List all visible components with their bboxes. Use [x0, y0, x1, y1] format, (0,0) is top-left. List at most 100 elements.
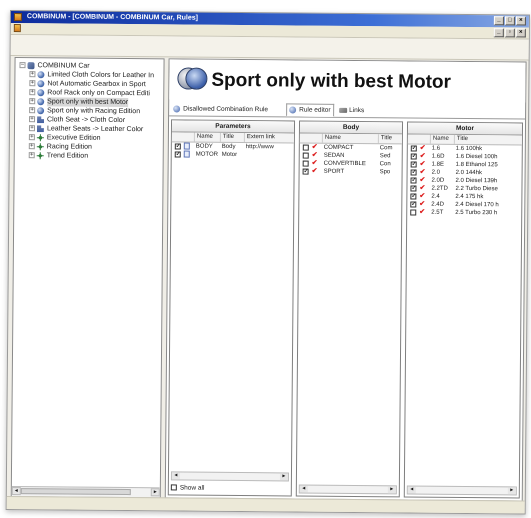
expand-icon[interactable]: + [29, 71, 36, 78]
check-mark-icon: ✔ [419, 168, 426, 176]
minimize-button[interactable]: _ [493, 16, 504, 26]
check-mark-icon: ✔ [419, 160, 426, 168]
close-button[interactable]: × [515, 16, 526, 26]
parameters-grid: Parameters Name Title Extern link ✓ BODY B… [167, 119, 296, 497]
tab-strip: Disallowed Combination Rule Rule editor … [169, 101, 526, 120]
parameter-icon [183, 150, 190, 158]
column-title[interactable]: Title [219, 132, 244, 143]
column-name[interactable]: Name [193, 132, 220, 142]
checked-checkbox-icon[interactable]: ✓ [410, 193, 416, 200]
tab-label: Links [349, 106, 365, 115]
rule-icon [37, 71, 45, 79]
scroll-thumb[interactable] [20, 488, 131, 496]
rule-icon [37, 98, 45, 106]
table-row[interactable]: ✔ 2.5T 2.5 Turbo 230 h [407, 208, 521, 217]
scroll-left-icon[interactable]: ◂ [171, 472, 180, 480]
motor-grid: Motor Name Title ✓ ✔ 1.6 1.6 100hk ✓ ✔ 1.6D 1.6… [403, 121, 524, 499]
checked-checkbox-icon[interactable]: ✓ [410, 201, 416, 208]
cell-name: BODY [195, 143, 213, 150]
column-title[interactable]: Title [377, 134, 404, 144]
unchecked-checkbox-icon[interactable] [302, 152, 309, 159]
column-title[interactable]: Title [453, 134, 524, 145]
tree-item[interactable]: + Trend Edition [17, 151, 163, 161]
cell-title: Body [221, 143, 236, 150]
expand-icon[interactable]: + [28, 134, 35, 141]
motor-heading: Motor [407, 122, 523, 136]
tab-rule-editor[interactable]: Rule editor [286, 103, 335, 117]
table-row[interactable]: ✓ ✔ SPORT Spo [300, 168, 402, 177]
body-grid: Body Name Title ✔ COMPACT Com ✔ SEDAN Sed ✔ CON… [295, 120, 404, 498]
tab-links[interactable]: Links [337, 105, 367, 116]
tab-label: Rule editor [299, 106, 331, 114]
cell-name: 2.4 [431, 193, 440, 200]
parameters-heading: Parameters [171, 120, 295, 134]
collapse-icon[interactable]: − [19, 62, 26, 69]
maximize-button[interactable]: □ [504, 16, 515, 26]
cell-name: 1.6 [431, 145, 441, 152]
expand-icon[interactable]: + [28, 152, 35, 159]
checked-checkbox-icon[interactable]: ✓ [174, 151, 181, 157]
expand-icon[interactable]: + [28, 143, 35, 150]
cell-title: Spo [379, 169, 391, 176]
scroll-left-icon[interactable]: ◂ [11, 487, 21, 496]
scroll-right-icon[interactable]: ▸ [279, 473, 288, 481]
check-mark-icon: ✔ [419, 208, 426, 216]
cell-name: MOTOR [195, 151, 219, 158]
motor-horizontal-scrollbar[interactable]: ◂ ▸ [406, 485, 517, 496]
parameters-horizontal-scrollbar[interactable]: ◂ ▸ [170, 471, 289, 482]
expand-icon[interactable]: + [29, 107, 36, 114]
cloth-icon [37, 116, 44, 123]
checked-checkbox-icon[interactable]: ✓ [410, 153, 417, 160]
cell-name: 1.6D [431, 153, 445, 160]
check-mark-icon: ✔ [419, 200, 426, 208]
column-name[interactable]: Name [321, 133, 378, 144]
checked-checkbox-icon[interactable]: ✓ [410, 145, 417, 152]
rules-tree[interactable]: − COMBINUM Car + Limited Cloth Colors for L… [10, 57, 165, 499]
child-close-button[interactable]: × [515, 28, 526, 38]
tab-disallowed-combination-rule[interactable]: Disallowed Combination Rule [171, 103, 271, 115]
unchecked-checkbox-icon[interactable] [302, 160, 309, 167]
rule-icon [37, 80, 45, 88]
expand-icon[interactable]: + [28, 125, 35, 132]
cell-name: SPORT [323, 168, 345, 175]
checked-checkbox-icon[interactable]: ✓ [410, 177, 417, 184]
child-restore-button[interactable]: ▫ [504, 28, 515, 38]
unchecked-checkbox-icon[interactable] [410, 209, 417, 216]
show-all-checkbox[interactable]: Show all [170, 483, 205, 492]
scroll-right-icon[interactable]: ▸ [387, 486, 396, 494]
tree-item-label: Executive Edition [46, 134, 101, 142]
expand-icon[interactable]: + [29, 80, 36, 87]
scroll-right-icon[interactable]: ▸ [507, 487, 516, 495]
checked-checkbox-icon[interactable]: ✓ [302, 168, 309, 175]
show-all-label: Show all [179, 484, 205, 492]
tree-item-label: Trend Edition [46, 152, 89, 160]
child-minimize-button[interactable]: _ [493, 28, 504, 38]
unchecked-checkbox-icon[interactable] [302, 144, 309, 151]
cell-name: 2.0D [431, 177, 445, 184]
scroll-right-icon[interactable]: ▸ [150, 488, 160, 497]
check-mark-icon: ✔ [419, 152, 426, 160]
tree-item-label: COMBINUM Car [37, 62, 90, 70]
body-horizontal-scrollbar[interactable]: ◂ ▸ [298, 484, 397, 495]
expand-icon[interactable]: + [29, 89, 36, 96]
scroll-left-icon[interactable]: ◂ [299, 485, 308, 493]
column-extern-link[interactable]: Extern link [243, 133, 296, 143]
checkbox-icon[interactable] [170, 484, 177, 491]
edition-icon [36, 134, 44, 142]
expand-icon[interactable]: + [29, 98, 36, 105]
rule-icon [37, 89, 45, 97]
expand-icon[interactable]: + [29, 116, 36, 123]
document-icon[interactable] [13, 24, 21, 33]
checked-checkbox-icon[interactable]: ✓ [410, 185, 417, 192]
check-mark-icon: ✔ [311, 151, 318, 159]
checked-checkbox-icon[interactable]: ✓ [174, 143, 181, 149]
check-mark-icon: ✔ [311, 143, 318, 151]
check-mark-icon: ✔ [419, 176, 426, 184]
table-row[interactable]: ✓ MOTOR Motor [172, 150, 294, 159]
checked-checkbox-icon[interactable]: ✓ [410, 169, 417, 176]
column-name[interactable]: Name [429, 134, 454, 144]
parameter-icon [183, 142, 190, 150]
scroll-left-icon[interactable]: ◂ [407, 486, 416, 494]
rule-icon [37, 107, 45, 115]
checked-checkbox-icon[interactable]: ✓ [410, 161, 417, 168]
